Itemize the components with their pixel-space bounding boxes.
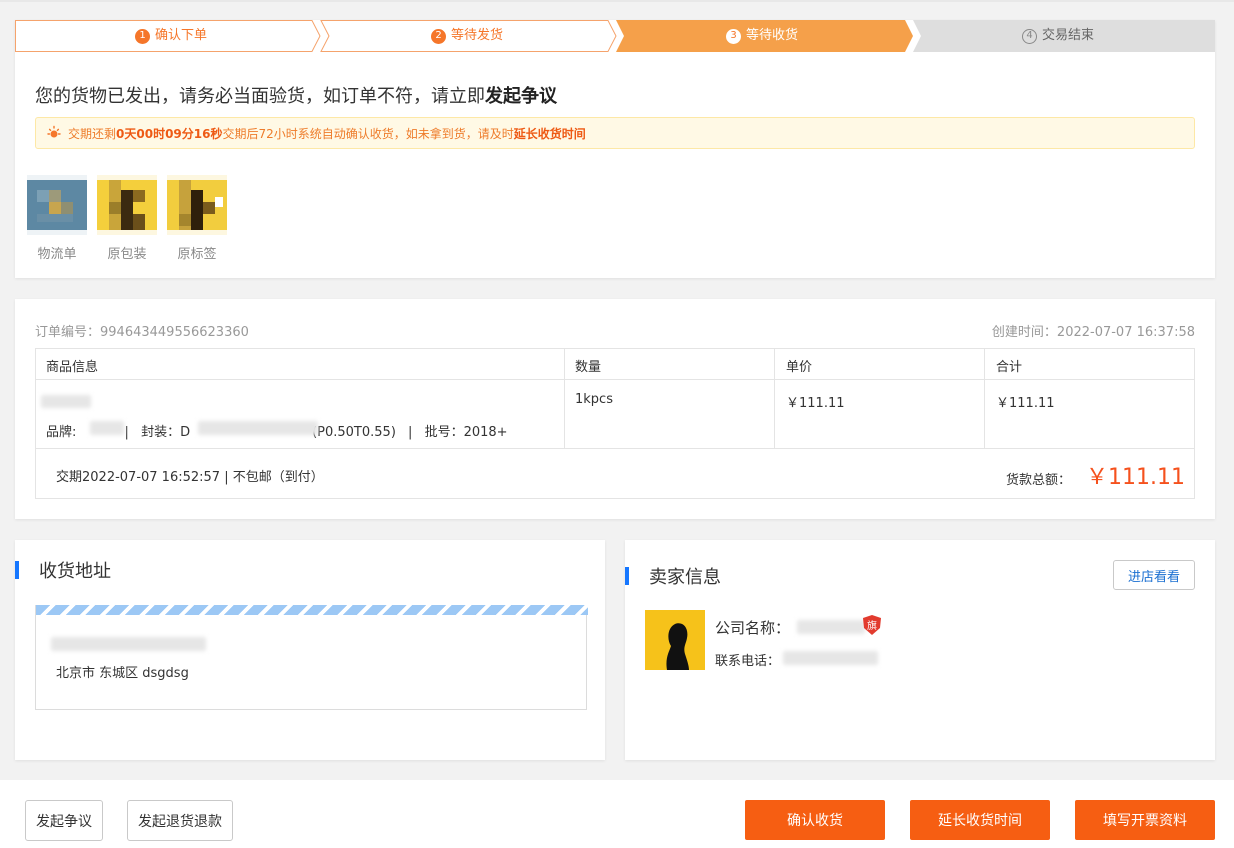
notice-middle: 交期后72小时系统自动确认收货，如未拿到货，请及时 [222, 126, 514, 141]
proof-thumbnails: 物流单 原包装 原标签 [27, 175, 227, 262]
step-2: 2 等待发货 [431, 20, 503, 52]
address-title-text: 收货地址 [39, 561, 111, 582]
created-value: 2022-07-07 16:37:58 [1056, 325, 1195, 340]
thumbnail-caption: 物流单 [37, 247, 77, 262]
total-amount: ￥111.11 [1086, 465, 1185, 490]
order-number-label: 订单编号： [35, 325, 101, 340]
thumbnail-caption: 原包装 [107, 247, 147, 262]
countdown-notice: 交期还剩 0天00时09分16秒 交期后72小时系统自动确认收货，如未拿到货，请及时… [35, 117, 1195, 149]
progress-steps: 1 确认下单 2 等待发货 3 等待收货 4 交易结束 [15, 20, 1215, 52]
thumbnail-package[interactable]: 原包装 [97, 175, 157, 262]
address-box: 北京市 东城区 dsgdsg [35, 605, 588, 710]
package-photo-pixels [97, 175, 157, 235]
dispute-button[interactable]: 发起争议 [25, 800, 103, 841]
package-photo-icon[interactable] [97, 175, 157, 235]
header-unit-price: 单价 [786, 360, 813, 375]
headline-text: 您的货物已发出，请务必当面验货，如订单不符，请立即 [35, 86, 485, 107]
order-number: 订单编号：994643449556623360 [35, 321, 249, 340]
logistics-photo-pixels [27, 175, 87, 235]
batch-number: 批号：2018+ [424, 425, 508, 440]
item-subtotal: ￥111.11 [996, 396, 1055, 411]
flagship-badge-icon: 旗 [863, 615, 881, 635]
header-subtotal: 合计 [996, 360, 1023, 375]
created-label: 创建时间： [991, 325, 1057, 340]
logistics-photo-icon[interactable] [27, 175, 87, 235]
seller-title-text: 卖家信息 [649, 567, 721, 588]
package-suffix: (P0.50T0.55) [312, 425, 396, 440]
extend-receipt-button[interactable]: 延长收货时间 [910, 800, 1050, 840]
company-name-redacted [797, 620, 865, 634]
action-footer: 发起争议 发起退货退款 确认收货 延长收货时间 填写开票资料 [0, 780, 1234, 848]
header-product-info: 商品信息 [46, 360, 99, 375]
address-line: 北京市 东城区 dsgdsg [56, 666, 189, 681]
visit-store-button[interactable]: 进店看看 [1113, 560, 1195, 590]
step-4-label: 交易结束 [1042, 28, 1095, 43]
step-1: 1 确认下单 [135, 20, 207, 52]
step-3-current: 3 等待收货 [726, 20, 798, 52]
step-4-number: 4 [1022, 28, 1037, 44]
notice-prefix: 交期还剩 [68, 126, 117, 141]
row-divider [36, 448, 1194, 449]
countdown-timer: 0天00时09分16秒 [116, 126, 223, 141]
phone-label: 联系电话： [715, 654, 781, 669]
address-section-title: 收货地址 [15, 560, 111, 582]
step-1-label: 确认下单 [155, 28, 208, 43]
header-quantity: 数量 [575, 360, 602, 375]
delivery-info: 交期2022-07-07 16:52:57 | 不包邮（到付） [56, 470, 324, 485]
title-accent-bar [15, 561, 19, 579]
order-number-value: 994643449556623360 [100, 325, 249, 340]
package-label: 封装：D [141, 425, 191, 440]
envelope-stripe [36, 605, 588, 615]
brand-label: 品牌: [46, 425, 77, 440]
step-2-number: 2 [431, 28, 446, 44]
total-label: 货款总额： [1006, 473, 1072, 488]
order-items-table: 商品信息 数量 单价 合计 品牌: | 封装：D (P0.50T0.55) | 批… [35, 348, 1195, 499]
item-unit-price: ￥111.11 [786, 396, 845, 411]
step-4: 4 交易结束 [1022, 20, 1094, 52]
product-name-redacted [41, 395, 91, 408]
thumbnail-caption: 原标签 [177, 247, 217, 262]
company-name-row: 公司名称： [715, 617, 790, 638]
top-divider [0, 0, 1234, 2]
phone-row: 联系电话： [715, 650, 780, 669]
invoice-info-button[interactable]: 填写开票资料 [1075, 800, 1215, 840]
seller-avatar[interactable] [645, 610, 705, 670]
status-headline: 您的货物已发出，请务必当面验货，如订单不符，请立即发起争议 [35, 82, 557, 108]
title-accent-bar [625, 567, 629, 585]
package-redacted [198, 421, 318, 435]
recipient-redacted [51, 637, 206, 651]
flagship-badge-text: 旗 [867, 619, 877, 632]
table-header: 商品信息 数量 单价 合计 [36, 349, 1194, 380]
step-1-number: 1 [135, 28, 150, 44]
return-refund-button[interactable]: 发起退货退款 [127, 800, 233, 841]
sun-icon [47, 125, 61, 138]
thumbnail-label[interactable]: 原标签 [167, 175, 227, 262]
step-3-number: 3 [726, 28, 741, 44]
extend-receipt-link[interactable]: 延长收货时间 [514, 125, 586, 142]
headline-dispute-link[interactable]: 发起争议 [485, 86, 557, 107]
label-photo-pixels [167, 175, 227, 235]
confirm-receipt-button[interactable]: 确认收货 [745, 800, 885, 840]
step-3-label: 等待收货 [746, 28, 799, 43]
phone-redacted [783, 651, 878, 665]
column-divider [564, 349, 565, 448]
order-detail-card: 订单编号：994643449556623360 创建时间：2022-07-07 … [15, 299, 1215, 519]
brand-redacted [90, 421, 124, 435]
seller-info-card: 卖家信息 进店看看 公司名称： 旗 联系电话： [625, 540, 1215, 760]
attr-separator: | [408, 425, 413, 440]
step-2-label: 等待发货 [451, 28, 504, 43]
attr-separator: | [124, 425, 129, 440]
company-label: 公司名称： [715, 619, 791, 637]
column-divider [774, 349, 775, 448]
shipping-address-card: 收货地址 北京市 东城区 dsgdsg [15, 540, 605, 760]
thumbnail-logistics[interactable]: 物流单 [27, 175, 87, 262]
order-created-time: 创建时间：2022-07-07 16:37:58 [992, 321, 1195, 340]
order-status-card: 1 确认下单 2 等待发货 3 等待收货 4 交易结束 您的货物已发出，请务必当… [15, 20, 1215, 278]
seller-section-title: 卖家信息 [625, 566, 721, 588]
label-photo-icon[interactable] [167, 175, 227, 235]
column-divider [984, 349, 985, 448]
seller-avatar-icon [645, 610, 705, 670]
item-quantity: 1kpcs [575, 392, 613, 407]
